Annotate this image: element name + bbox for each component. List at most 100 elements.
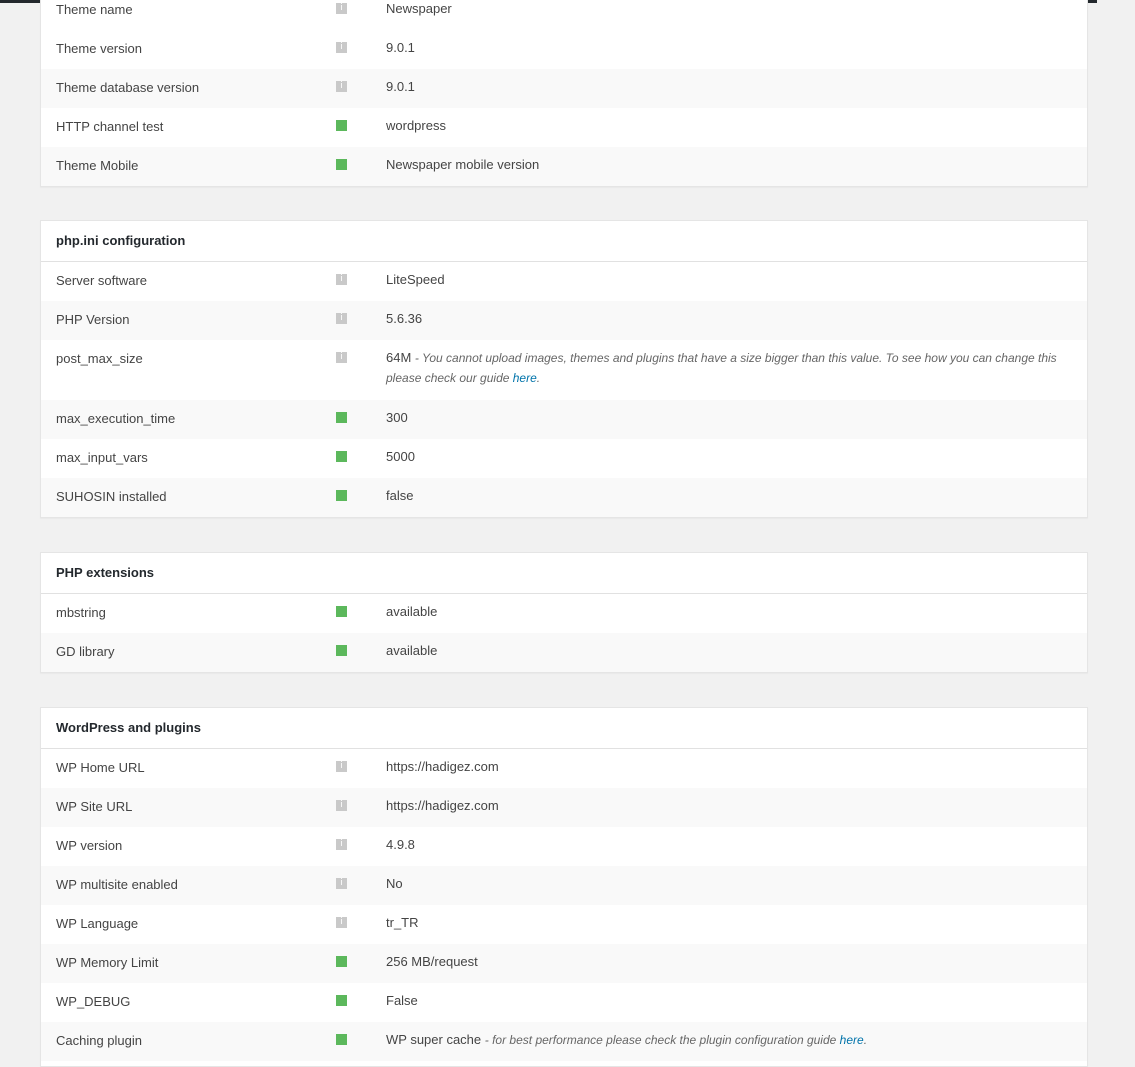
row-label: WP Site URL: [56, 799, 133, 814]
info-icon[interactable]: i: [336, 839, 347, 850]
status-ok-icon: [336, 159, 347, 170]
row-label: WP multisite enabled: [56, 877, 178, 892]
row-value: wordpress: [386, 118, 446, 133]
theme-config-panel: Theme name i Newspaper Theme version i 9…: [40, 0, 1088, 187]
table-row: post_max_size i 64M - You cannot upload …: [41, 340, 1087, 400]
status-ok-icon: [336, 412, 347, 423]
row-label: max_input_vars: [56, 450, 148, 465]
table-row: Theme name i Newspaper: [41, 0, 1087, 30]
info-icon[interactable]: i: [336, 3, 347, 14]
row-label: post_max_size: [56, 351, 143, 366]
row-label: HTTP channel test: [56, 119, 164, 134]
table-row: WP version i 4.9.8: [41, 827, 1087, 866]
info-icon[interactable]: i: [336, 917, 347, 928]
row-value: https://hadigez.com: [386, 798, 499, 813]
table-row: HTTP channel test wordpress: [41, 108, 1087, 147]
row-value: 300: [386, 410, 408, 425]
php-ini-panel: php.ini configuration Server software i …: [40, 220, 1088, 518]
row-label: Theme name: [56, 2, 133, 17]
row-label: WP Home URL: [56, 760, 145, 775]
table-row: mbstring available: [41, 594, 1087, 633]
row-label: Theme database version: [56, 80, 200, 95]
note-end: .: [863, 1033, 868, 1047]
row-value: False: [386, 993, 418, 1008]
status-ok-icon: [336, 490, 347, 501]
row-value: 5.6.36: [386, 311, 423, 326]
status-ok-icon: [336, 1034, 347, 1045]
status-ok-icon: [336, 645, 347, 656]
row-value: available: [386, 604, 438, 619]
row-label: mbstring: [56, 605, 106, 620]
table-row: max_input_vars 5000: [41, 439, 1087, 478]
row-label: WP Memory Limit: [56, 955, 159, 970]
panel-title: php.ini configuration: [41, 221, 1087, 262]
table-row: WP Memory Limit 256 MB/request: [41, 944, 1087, 983]
table-row: Theme version i 9.0.1: [41, 30, 1087, 69]
row-label: SUHOSIN installed: [56, 489, 167, 504]
row-value: 9.0.1: [386, 79, 415, 94]
row-note: - You cannot upload images, themes and p…: [386, 351, 1057, 385]
row-note: - for best performance please check the …: [485, 1033, 867, 1047]
table-row: GD library available: [41, 633, 1087, 672]
row-label: Theme Mobile: [56, 158, 139, 173]
row-value: false: [386, 488, 414, 503]
row-label: WP version: [56, 838, 123, 853]
table-row: SUHOSIN installed false: [41, 478, 1087, 517]
panel-title: WordPress and plugins: [41, 708, 1087, 749]
status-ok-icon: [336, 956, 347, 967]
info-icon[interactable]: i: [336, 42, 347, 53]
row-label: Caching plugin: [56, 1033, 143, 1048]
row-value: 9.0.1: [386, 40, 415, 55]
row-value: No: [386, 876, 403, 891]
table-row: Server software i LiteSpeed: [41, 262, 1087, 301]
row-value: available: [386, 643, 438, 658]
table-row: max_execution_time 300: [41, 400, 1087, 439]
status-ok-icon: [336, 451, 347, 462]
row-value: WP super cache - for best performance pl…: [386, 1030, 1075, 1050]
row-value: 256 MB/request: [386, 954, 478, 969]
note-text: - for best performance please check the …: [484, 1033, 840, 1047]
wordpress-plugins-panel: WordPress and plugins WP Home URL i http…: [40, 707, 1088, 1067]
info-icon[interactable]: i: [336, 761, 347, 772]
row-label: Server software: [56, 273, 148, 288]
table-row: Theme database version i 9.0.1: [41, 69, 1087, 108]
table-row: WP Site URL i https://hadigez.com: [41, 788, 1087, 827]
status-ok-icon: [336, 606, 347, 617]
row-value: Newspaper mobile version: [386, 157, 540, 172]
row-value: 64M - You cannot upload images, themes a…: [386, 348, 1075, 388]
row-value: tr_TR: [386, 915, 419, 930]
row-label: Theme version: [56, 41, 142, 56]
page-scroll-gutter: [1097, 0, 1135, 1051]
note-text: - You cannot upload images, themes and p…: [386, 351, 1057, 385]
note-end: .: [536, 371, 541, 385]
info-icon[interactable]: i: [336, 274, 347, 285]
row-value: 5000: [386, 449, 415, 464]
table-row: PHP Version i 5.6.36: [41, 301, 1087, 340]
table-row: Theme Mobile Newspaper mobile version: [41, 147, 1087, 186]
row-label: GD library: [56, 644, 115, 659]
table-row: WP_DEBUG False: [41, 983, 1087, 1022]
plugin-guide-link[interactable]: here: [840, 1033, 864, 1047]
status-ok-icon: [336, 120, 347, 131]
value-text: 64M: [386, 350, 412, 365]
value-text: WP super cache: [386, 1032, 482, 1047]
panel-title: PHP extensions: [41, 553, 1087, 594]
row-value: https://hadigez.com: [386, 759, 499, 774]
info-icon[interactable]: i: [336, 313, 347, 324]
table-row: Caching plugin WP super cache - for best…: [41, 1022, 1087, 1061]
row-value: Newspaper: [386, 1, 452, 16]
table-row: WP multisite enabled i No: [41, 866, 1087, 905]
status-ok-icon: [336, 995, 347, 1006]
row-label: max_execution_time: [56, 411, 176, 426]
guide-link[interactable]: here: [513, 371, 537, 385]
info-icon[interactable]: i: [336, 800, 347, 811]
table-row: WP Home URL i https://hadigez.com: [41, 749, 1087, 788]
row-value: LiteSpeed: [386, 272, 445, 287]
row-label: PHP Version: [56, 312, 130, 327]
row-label: WP Language: [56, 916, 139, 931]
info-icon[interactable]: i: [336, 352, 347, 363]
info-icon[interactable]: i: [336, 878, 347, 889]
info-icon[interactable]: i: [336, 81, 347, 92]
row-label: WP_DEBUG: [56, 994, 131, 1009]
row-value: 4.9.8: [386, 837, 415, 852]
